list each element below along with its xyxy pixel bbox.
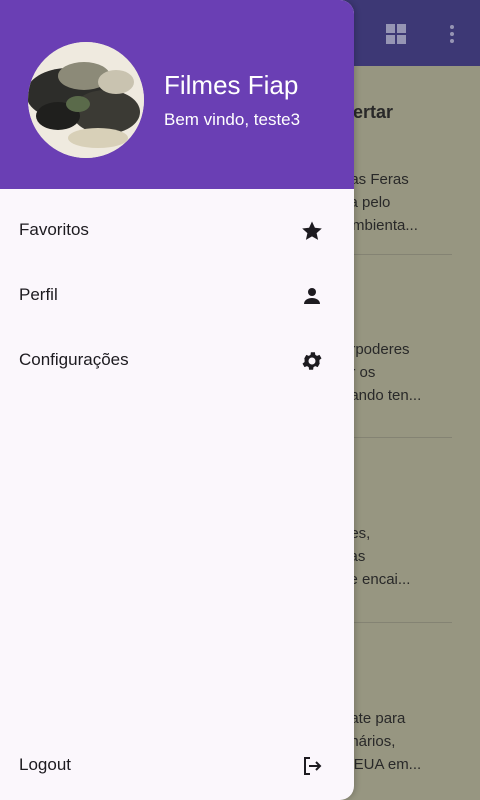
drawer-header: Filmes Fiap Bem vindo, teste3 [0, 0, 354, 189]
menu-item-label: Perfil [19, 285, 58, 304]
logout-label: Logout [19, 755, 71, 774]
menu-item-configuracoes[interactable]: Configurações [0, 336, 354, 386]
gear-icon [302, 352, 322, 370]
menu-item-label: Configurações [19, 350, 129, 369]
drawer-title: Filmes Fiap [164, 70, 299, 100]
logout-icon [304, 757, 322, 775]
menu-item-perfil[interactable]: Perfil [0, 271, 354, 321]
menu-item-favoritos[interactable]: Favoritos [0, 206, 354, 256]
welcome-text: Bem vindo, teste3 [164, 110, 301, 129]
menu-item-label: Favoritos [19, 220, 89, 239]
person-icon [304, 288, 320, 304]
star-icon [302, 221, 322, 240]
avatar [28, 42, 144, 158]
logout-button[interactable]: Logout [0, 741, 354, 791]
navigation-drawer: Filmes Fiap Bem vindo, teste3 Favoritos … [0, 0, 354, 800]
